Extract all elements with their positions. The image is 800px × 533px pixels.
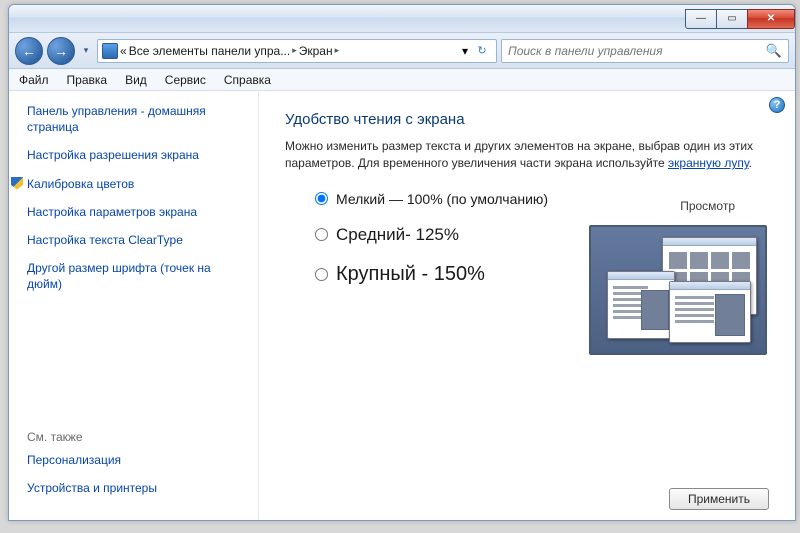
sidebar-link-personalization[interactable]: Персонализация xyxy=(27,452,248,468)
radio-medium-label[interactable]: Средний- 125% xyxy=(336,225,459,245)
address-bar[interactable]: « Все элементы панели упра... ▸ Экран ▸ … xyxy=(97,39,497,63)
chevron-right-icon: ▸ xyxy=(335,45,340,56)
history-dropdown[interactable]: ▾ xyxy=(79,41,93,61)
page-description: Можно изменить размер текста и других эл… xyxy=(285,138,769,173)
menu-help[interactable]: Справка xyxy=(224,73,271,87)
maximize-button[interactable]: ▭ xyxy=(716,9,748,29)
sidebar-link-calibration[interactable]: Калибровка цветов xyxy=(27,176,248,192)
refresh-button[interactable]: ↻ xyxy=(472,44,492,57)
preview-window-b xyxy=(607,271,675,339)
sidebar-link-resolution[interactable]: Настройка разрешения экрана xyxy=(27,147,248,163)
chevron-right-icon: ▸ xyxy=(292,45,297,56)
apply-button[interactable]: Применить xyxy=(669,488,769,510)
radio-large[interactable] xyxy=(315,268,328,281)
control-panel-window: — ▭ ✕ ← → ▾ « Все элементы панели упра..… xyxy=(8,4,796,521)
preview-window-c xyxy=(669,281,751,343)
preview-thumbnail xyxy=(589,225,767,355)
breadcrumb-parent[interactable]: Все элементы панели упра... ▸ xyxy=(129,44,297,58)
window-body: ? Панель управления - домашняя страница … xyxy=(9,91,795,520)
titlebar: — ▭ ✕ xyxy=(9,5,795,33)
description-text-end: . xyxy=(749,156,752,170)
forward-button[interactable]: → xyxy=(47,37,75,65)
search-icon[interactable]: 🔍 xyxy=(766,43,782,59)
radio-small[interactable] xyxy=(315,192,328,205)
sidebar-link-devices[interactable]: Устройства и принтеры xyxy=(27,480,248,496)
menu-edit[interactable]: Правка xyxy=(67,73,108,87)
magnifier-link[interactable]: экранную лупу xyxy=(668,156,749,170)
menu-tools[interactable]: Сервис xyxy=(165,73,206,87)
location-icon xyxy=(102,43,118,59)
breadcrumb-current[interactable]: Экран ▸ xyxy=(299,44,339,58)
radio-large-label[interactable]: Крупный - 150% xyxy=(336,263,485,286)
search-input[interactable] xyxy=(508,44,766,58)
see-also-heading: См. также xyxy=(27,430,248,444)
address-dropdown-icon[interactable]: ▾ xyxy=(462,44,468,58)
preview-label: Просмотр xyxy=(680,199,735,213)
sidebar-link-cleartype[interactable]: Настройка текста ClearType xyxy=(27,232,248,248)
sidebar-link-dpi[interactable]: Другой размер шрифта (точек на дюйм) xyxy=(27,260,248,292)
sidebar-link-home[interactable]: Панель управления - домашняя страница xyxy=(27,103,248,135)
breadcrumb-current-label: Экран xyxy=(299,44,333,58)
breadcrumb-parent-label: Все элементы панели упра... xyxy=(129,44,291,58)
content-pane: Удобство чтения с экрана Можно изменить … xyxy=(259,91,795,520)
footer: Применить xyxy=(285,480,769,510)
menu-view[interactable]: Вид xyxy=(125,73,147,87)
search-box[interactable]: 🔍 xyxy=(501,39,789,63)
back-button[interactable]: ← xyxy=(15,37,43,65)
radio-medium[interactable] xyxy=(315,228,328,241)
radio-small-label[interactable]: Мелкий — 100% (по умолчанию) xyxy=(336,191,548,207)
minimize-button[interactable]: — xyxy=(685,9,717,29)
sidebar-link-params[interactable]: Настройка параметров экрана xyxy=(27,204,248,220)
close-button[interactable]: ✕ xyxy=(747,9,795,29)
breadcrumb-chevrons[interactable]: « xyxy=(120,44,127,58)
menu-bar: Файл Правка Вид Сервис Справка xyxy=(9,69,795,91)
navigation-bar: ← → ▾ « Все элементы панели упра... ▸ Эк… xyxy=(9,33,795,69)
menu-file[interactable]: Файл xyxy=(19,73,49,87)
window-buttons: — ▭ ✕ xyxy=(686,9,795,29)
page-title: Удобство чтения с экрана xyxy=(285,111,769,128)
sidebar: Панель управления - домашняя страница На… xyxy=(9,91,259,520)
